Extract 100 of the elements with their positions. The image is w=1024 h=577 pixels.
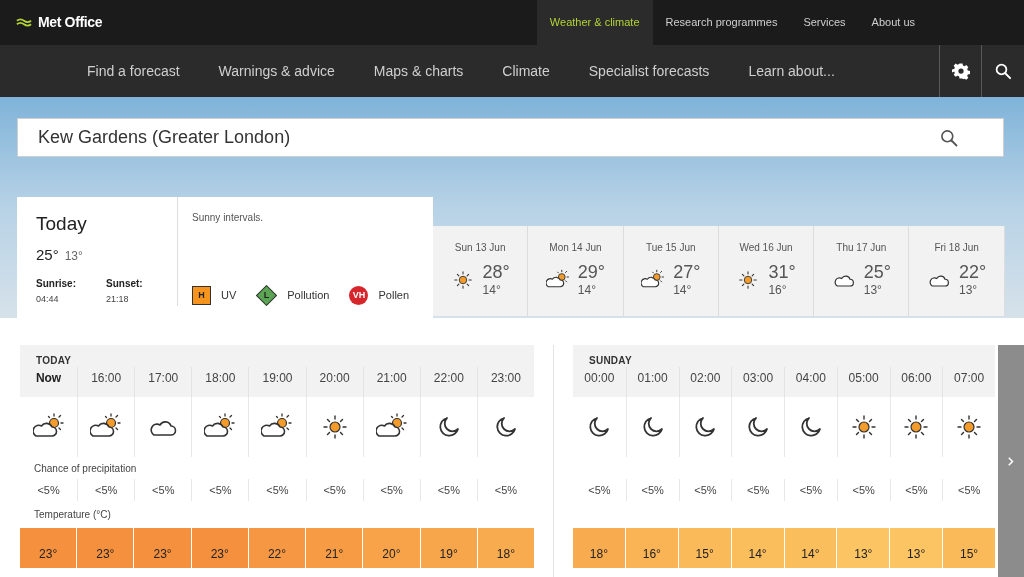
- hour-time: 07:00: [954, 370, 985, 387]
- temperature-bar: 13°: [837, 528, 890, 568]
- top-nav-link[interactable]: Research programmes: [652, 0, 791, 45]
- main-nav-link[interactable]: Learn about...: [748, 60, 835, 82]
- daily-forecast-card[interactable]: Tue 15 Jun 27° 14°: [623, 226, 719, 316]
- temperature-bar: 23°: [134, 528, 191, 568]
- hour-time: 22:00: [433, 370, 464, 387]
- hour-time: 03:00: [743, 370, 774, 387]
- today-heading: Today: [36, 212, 88, 236]
- chevron-right-icon: [1008, 456, 1014, 466]
- temperature-bar: 15°: [678, 528, 731, 568]
- temperature-label: Temperature (°C): [34, 508, 111, 522]
- pollen-level-badge: VH: [349, 286, 369, 305]
- hour-time: 00:00: [584, 370, 615, 387]
- precipitation-chance: <5%: [380, 482, 403, 498]
- temperature-bar: 19°: [420, 528, 477, 568]
- location-search-field[interactable]: Kew Gardens (Greater London): [17, 118, 1004, 157]
- precipitation-chance: <5%: [266, 482, 289, 498]
- sunset-time: 21:18: [106, 292, 130, 306]
- hour-time: 06:00: [901, 370, 932, 387]
- hour-time: 23:00: [490, 370, 521, 387]
- daily-forecast-card[interactable]: Mon 14 Jun 29° 14°: [528, 226, 624, 316]
- temperature-bar: 20°: [363, 528, 420, 568]
- temperature-bar: 14°: [784, 528, 837, 568]
- hour-time: 21:00: [376, 370, 407, 387]
- day-high-temperature: 31°: [768, 263, 796, 281]
- index-label: Pollen: [378, 288, 410, 304]
- top-nav-link[interactable]: Weather & climate: [536, 0, 653, 45]
- precipitation-chance: <5%: [641, 482, 664, 498]
- hour-time: 19:00: [262, 370, 293, 387]
- high-temperature: 25°: [36, 244, 59, 265]
- precipitation-chance: <5%: [588, 482, 611, 498]
- hour-time: 20:00: [319, 370, 350, 387]
- pollution-level-badge: L: [256, 284, 278, 307]
- hour-time: 16:00: [91, 370, 122, 387]
- precipitation-chance: <5%: [95, 482, 118, 498]
- location-input[interactable]: Kew Gardens (Greater London): [38, 124, 939, 151]
- day-date: Thu 17 Jun: [836, 241, 887, 255]
- search-icon: [939, 127, 959, 148]
- day-date: Sun 13 Jun: [454, 241, 506, 255]
- precipitation-chance: <5%: [152, 482, 175, 498]
- sunrise-label: Sunrise:: [36, 276, 76, 291]
- temperature-bar: 18°: [573, 528, 625, 568]
- low-temperature: 13°: [64, 247, 83, 265]
- hour-time: Now: [35, 370, 62, 387]
- main-nav-link[interactable]: Warnings & advice: [218, 60, 335, 82]
- day-low-temperature: 14°: [577, 284, 596, 296]
- day-date: Fri 18 Jun: [934, 241, 979, 255]
- precipitation-chance: <5%: [957, 482, 981, 498]
- precipitation-chance: <5%: [494, 482, 518, 498]
- daily-forecast-card[interactable]: Wed 16 Jun 31° 16°: [718, 226, 815, 316]
- temperature-bar: 22°: [248, 528, 306, 568]
- hour-time: 04:00: [795, 370, 826, 387]
- temperature-bar: 14°: [731, 528, 784, 568]
- day-high-temperature: 28°: [482, 263, 510, 281]
- day-high-temperature: 29°: [577, 263, 606, 281]
- hour-time: 18:00: [205, 370, 236, 387]
- precipitation-chance: <5%: [37, 482, 60, 498]
- day-high-temperature: 25°: [863, 263, 891, 281]
- day-low-temperature: 13°: [863, 284, 882, 296]
- main-nav-link[interactable]: Maps & charts: [373, 60, 464, 82]
- search-icon: [994, 62, 1012, 80]
- logo-text[interactable]: Met Office: [38, 12, 103, 33]
- day-low-temperature: 14°: [673, 284, 692, 296]
- uv-level-badge: H: [192, 286, 211, 305]
- temperature-bar: 18°: [477, 528, 534, 568]
- temperature-bar: 13°: [890, 528, 943, 568]
- hour-time: 05:00: [848, 370, 879, 387]
- sunrise-time: 04:44: [36, 292, 60, 306]
- daily-forecast-card[interactable]: Thu 17 Jun 25° 13°: [814, 226, 910, 316]
- temperature-bar: 15°: [943, 528, 995, 568]
- main-nav-link[interactable]: Climate: [502, 60, 550, 82]
- day-heading: SUNDAY: [588, 354, 633, 367]
- main-nav-link[interactable]: Find a forecast: [87, 60, 180, 82]
- day-low-temperature: 16°: [768, 284, 787, 296]
- precipitation-chance: <5%: [799, 482, 823, 498]
- hour-time: 17:00: [148, 370, 179, 387]
- sunset-label: Sunset:: [106, 276, 143, 291]
- top-nav-link[interactable]: Services: [790, 0, 859, 45]
- top-nav-link[interactable]: About us: [858, 0, 928, 45]
- main-nav-link[interactable]: Specialist forecasts: [588, 60, 710, 82]
- index-label: UV: [221, 288, 237, 304]
- precipitation-chance: <5%: [323, 482, 346, 498]
- day-date: Wed 16 Jun: [739, 241, 793, 255]
- precipitation-chance: <5%: [852, 482, 875, 498]
- temperature-bar: 16°: [625, 528, 678, 568]
- precipitation-chance: <5%: [437, 482, 460, 498]
- day-low-temperature: 13°: [959, 284, 978, 296]
- precipitation-label: Chance of precipitation: [34, 461, 137, 476]
- weather-summary: Sunny intervals.: [192, 211, 265, 225]
- day-low-temperature: 14°: [482, 284, 501, 296]
- day-high-temperature: 22°: [959, 263, 987, 281]
- precipitation-chance: <5%: [694, 482, 717, 498]
- daily-forecast-card[interactable]: Sun 13 Jun 28° 14°: [433, 226, 529, 316]
- precipitation-chance: <5%: [746, 482, 770, 498]
- index-label: Pollution: [287, 288, 330, 304]
- settings-icon: [951, 62, 970, 80]
- precipitation-chance: <5%: [209, 482, 232, 498]
- daily-forecast-card[interactable]: Fri 18 Jun 22° 13°: [909, 226, 1005, 316]
- precipitation-chance: <5%: [905, 482, 928, 498]
